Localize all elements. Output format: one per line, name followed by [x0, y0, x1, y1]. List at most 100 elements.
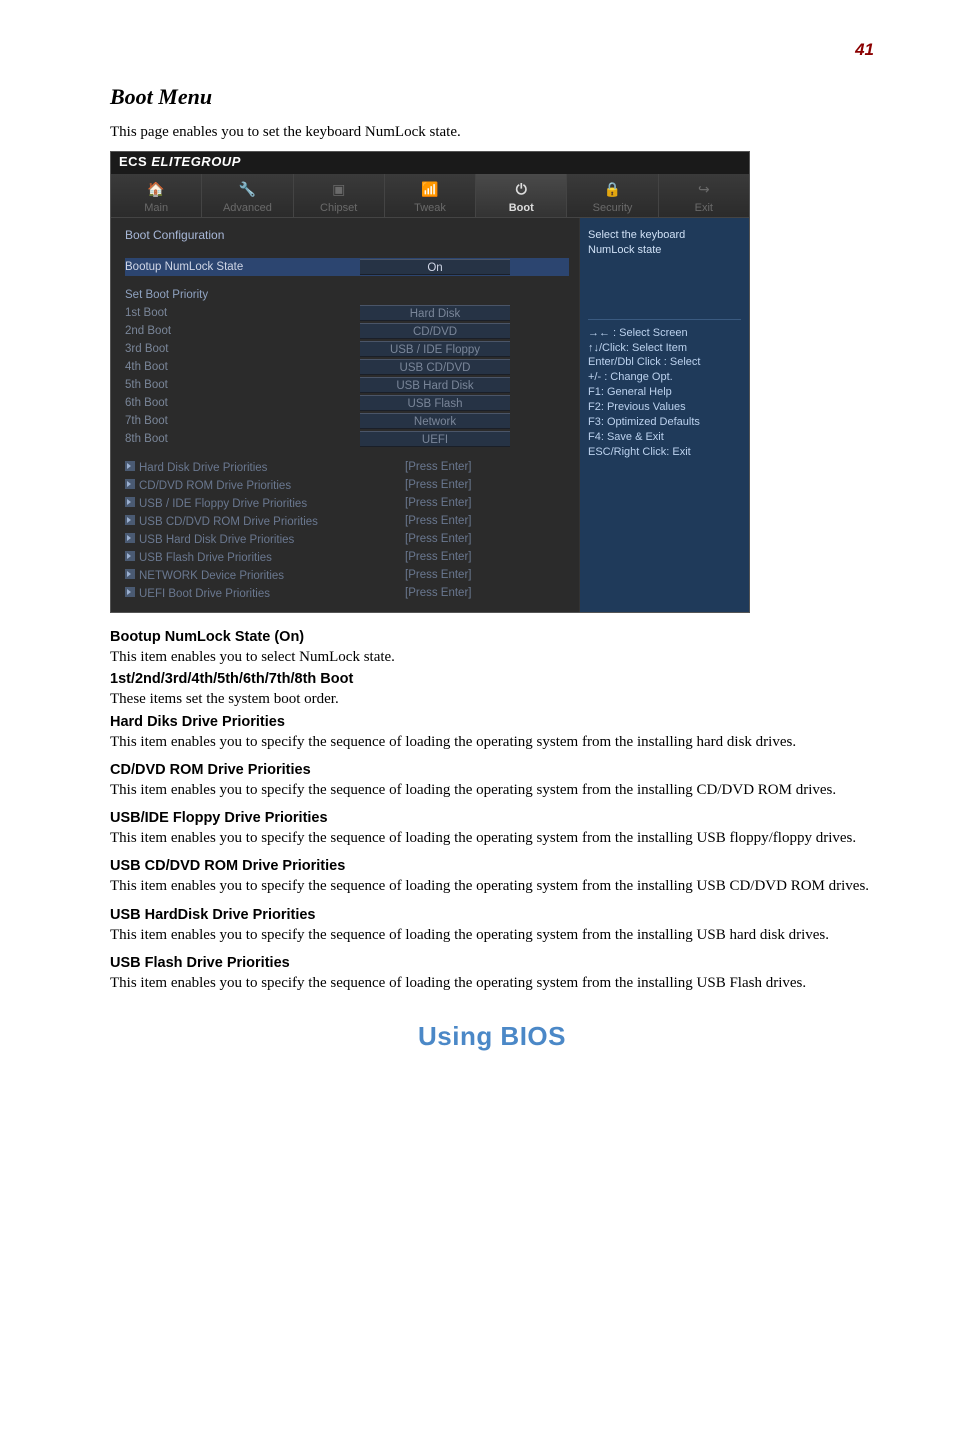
brand-text: ELITEGROUP — [151, 154, 241, 169]
bios-screenshot: E⁠CS ELITEGROUP 🏠Main 🔧Advanced ▣Chipset… — [110, 151, 750, 613]
boot-order-row[interactable]: 3rd BootUSB / IDE Floppy — [125, 340, 569, 358]
bios-help-panel: Select the keyboard NumLock state →← : S… — [579, 218, 749, 612]
boot-order-label: 5th Boot — [125, 379, 355, 391]
body-text: This item enables you to specify the seq… — [110, 732, 874, 752]
tab-boot[interactable]: ⏻Boot — [476, 174, 567, 217]
row-numlock[interactable]: Bootup NumLock State On — [125, 258, 569, 276]
power-icon: ⏻ — [510, 178, 532, 200]
footer-title: Using BIOS — [110, 1021, 874, 1052]
boot-order-row[interactable]: 1st Boot Hard Disk — [125, 304, 569, 322]
help-line: ↑↓/Click: Select Item — [588, 341, 741, 356]
chevron-right-icon — [125, 461, 135, 471]
boot-order-row[interactable]: 5th Boot USB Hard Disk — [125, 376, 569, 394]
boot-order-row[interactable]: 6th Boot USB Flash — [125, 394, 569, 412]
section-title: Boot Menu — [110, 84, 874, 110]
priority-row[interactable]: USB / IDE Floppy Drive Priorities[Press … — [125, 494, 569, 512]
tab-security[interactable]: 🔒Security — [567, 174, 658, 217]
boot-order-value[interactable]: USB / IDE Floppy — [360, 341, 510, 357]
priority-value: [Press Enter] — [405, 551, 471, 563]
priority-row[interactable]: USB CD/DVD ROM Drive Priorities[Press En… — [125, 512, 569, 530]
help-top-2: NumLock state — [588, 243, 741, 258]
priority-label: USB CD/DVD ROM Drive Priorities — [125, 515, 405, 528]
subheading: USB HardDisk Drive Priorities — [110, 907, 874, 923]
bios-tab-row: 🏠Main 🔧Advanced ▣Chipset 📶Tweak ⏻Boot 🔒S… — [111, 174, 749, 218]
boot-order-row[interactable]: 4th Boot USB CD/DVD — [125, 358, 569, 376]
boot-order-value[interactable]: USB Flash — [360, 395, 510, 411]
boot-order-value[interactable]: Network — [360, 413, 510, 429]
tweak-icon: 📶 — [419, 178, 441, 200]
priority-label: USB / IDE Floppy Drive Priorities — [125, 497, 405, 510]
set-boot-priority-title: Set Boot Priority — [125, 289, 355, 301]
priority-value: [Press Enter] — [405, 533, 471, 545]
chevron-right-icon — [125, 497, 135, 507]
help-line: →← : Select Screen — [588, 326, 741, 341]
priority-row[interactable]: UEFI Boot Drive Priorities[Press Enter] — [125, 584, 569, 602]
boot-order-row[interactable]: 8th BootUEFI — [125, 430, 569, 448]
priority-label: USB Hard Disk Drive Priorities — [125, 533, 405, 546]
chevron-right-icon — [125, 533, 135, 543]
boot-order-row[interactable]: 7th Boot Network — [125, 412, 569, 430]
subheading: USB Flash Drive Priorities — [110, 955, 874, 971]
boot-config-title: Boot Configuration — [125, 228, 569, 242]
priority-value: [Press Enter] — [405, 569, 471, 581]
boot-order-row[interactable]: 2nd Boot CD/DVD — [125, 322, 569, 340]
help-line: +/- : Change Opt. — [588, 370, 741, 385]
priority-label: CD/DVD ROM Drive Priorities — [125, 479, 405, 492]
body-text: This item enables you to specify the seq… — [110, 973, 874, 993]
boot-order-label: 6th Boot — [125, 397, 355, 409]
subheading: USB/IDE Floppy Drive Priorities — [110, 810, 874, 826]
help-line: Enter/Dbl Click : Select — [588, 355, 741, 370]
subheading: USB CD/DVD ROM Drive Priorities — [110, 858, 874, 874]
priority-value: [Press Enter] — [405, 587, 471, 599]
exit-icon: ↪ — [693, 178, 715, 200]
boot-order-value[interactable]: UEFI — [360, 431, 510, 447]
priority-row[interactable]: USB Flash Drive Priorities[Press Enter] — [125, 548, 569, 566]
wrench-icon: 🔧 — [236, 178, 258, 200]
body-text: This item enables you to specify the seq… — [110, 925, 874, 945]
tab-main[interactable]: 🏠Main — [111, 174, 202, 217]
chevron-right-icon — [125, 515, 135, 525]
tab-advanced[interactable]: 🔧Advanced — [202, 174, 293, 217]
boot-order-label: 7th Boot — [125, 415, 355, 427]
body-text: This item enables you to specify the seq… — [110, 828, 874, 848]
boot-order-label: 2nd Boot — [125, 325, 355, 337]
help-line: F3: Optimized Defaults — [588, 415, 741, 430]
priority-label: USB Flash Drive Priorities — [125, 551, 405, 564]
chevron-right-icon — [125, 551, 135, 561]
boot-order-label: 4th Boot — [125, 361, 355, 373]
help-line: ESC/Right Click: Exit — [588, 445, 741, 460]
priority-value: [Press Enter] — [405, 461, 471, 473]
priority-row[interactable]: NETWORK Device Priorities[Press Enter] — [125, 566, 569, 584]
brand-logo: E⁠CS — [119, 154, 147, 169]
boot-order-value[interactable]: Hard Disk — [360, 305, 510, 321]
intro-text: This page enables you to set the keyboar… — [110, 124, 874, 141]
help-line: F1: General Help — [588, 385, 741, 400]
priority-row[interactable]: Hard Disk Drive Priorities[Press Enter] — [125, 458, 569, 476]
subheading: CD/DVD ROM Drive Priorities — [110, 762, 874, 778]
tab-chipset[interactable]: ▣Chipset — [294, 174, 385, 217]
help-line: F4: Save & Exit — [588, 430, 741, 445]
priority-value: [Press Enter] — [405, 497, 471, 509]
help-top-1: Select the keyboard — [588, 228, 741, 243]
subheading: Hard Diks Drive Priorities — [110, 714, 874, 730]
priority-value: [Press Enter] — [405, 515, 471, 527]
chevron-right-icon — [125, 569, 135, 579]
priority-row[interactable]: USB Hard Disk Drive Priorities[Press Ent… — [125, 530, 569, 548]
boot-order-value[interactable]: USB Hard Disk — [360, 377, 510, 393]
boot-order-label: 1st Boot — [125, 307, 355, 319]
priority-label: NETWORK Device Priorities — [125, 569, 405, 582]
subheading: Bootup NumLock State (On) — [110, 629, 874, 645]
boot-order-value[interactable]: USB CD/DVD — [360, 359, 510, 375]
tab-tweak[interactable]: 📶Tweak — [385, 174, 476, 217]
chip-icon: ▣ — [328, 178, 350, 200]
numlock-label: Bootup NumLock State — [125, 261, 355, 273]
body-text: This item enables you to select NumLock … — [110, 647, 874, 667]
body-text: This item enables you to specify the seq… — [110, 876, 874, 896]
priority-row[interactable]: CD/DVD ROM Drive Priorities[Press Enter] — [125, 476, 569, 494]
tab-exit[interactable]: ↪Exit — [659, 174, 749, 217]
help-line: F2: Previous Values — [588, 400, 741, 415]
boot-order-value[interactable]: CD/DVD — [360, 323, 510, 339]
numlock-value[interactable]: On — [360, 259, 510, 275]
lock-icon: 🔒 — [602, 178, 624, 200]
bios-brand-bar: E⁠CS ELITEGROUP — [111, 152, 749, 174]
